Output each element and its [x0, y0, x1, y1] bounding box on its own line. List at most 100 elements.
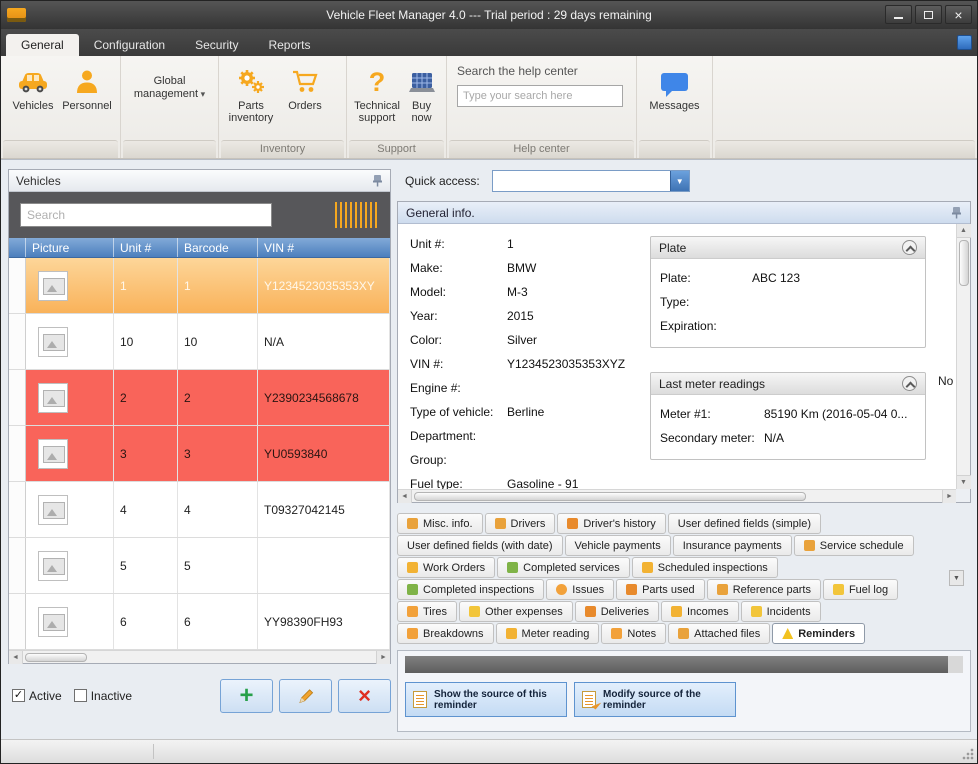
- parts-inventory-button[interactable]: Parts inventory: [224, 61, 278, 124]
- inactive-checkbox[interactable]: [74, 689, 87, 702]
- messages-button[interactable]: Messages: [645, 61, 705, 112]
- search-input[interactable]: [20, 203, 272, 227]
- tab-user-defined-fields-with-date[interactable]: User defined fields (with date): [397, 535, 563, 556]
- tab-parts-used[interactable]: Parts used: [616, 579, 705, 600]
- add-vehicle-button[interactable]: +: [220, 679, 273, 713]
- tab-general[interactable]: General: [6, 34, 79, 56]
- minimize-button[interactable]: [885, 5, 912, 24]
- column-header-vin[interactable]: VIN #: [258, 238, 390, 257]
- tab-meter-reading[interactable]: Meter reading: [496, 623, 600, 644]
- table-row[interactable]: 11Y1234523035353XY: [9, 258, 390, 314]
- table-row[interactable]: 66YY98390FH93: [9, 594, 390, 650]
- scrollbar-thumb[interactable]: [414, 492, 806, 501]
- scroll-right-icon[interactable]: ►: [376, 651, 390, 664]
- table-row[interactable]: 55: [9, 538, 390, 594]
- field-value: 1: [507, 237, 514, 251]
- tab-incomes[interactable]: Incomes: [661, 601, 739, 622]
- row-selector[interactable]: [9, 426, 26, 481]
- row-selector[interactable]: [9, 370, 26, 425]
- scrollbar-thumb[interactable]: [25, 653, 87, 662]
- tab-reminders[interactable]: Reminders: [772, 623, 865, 644]
- tab-drivers[interactable]: Drivers: [485, 513, 556, 534]
- active-checkbox[interactable]: ✓: [12, 689, 25, 702]
- buy-now-button[interactable]: Buy now: [402, 61, 441, 124]
- tab-vehicle-payments[interactable]: Vehicle payments: [565, 535, 671, 556]
- theme-button[interactable]: [957, 35, 972, 50]
- resize-grip[interactable]: [962, 748, 974, 760]
- maximize-icon: [924, 11, 933, 19]
- help-search-input[interactable]: [457, 85, 623, 107]
- scroll-down-icon[interactable]: ▼: [957, 475, 971, 489]
- scroll-up-icon[interactable]: ▲: [957, 224, 971, 238]
- inactive-label: Inactive: [91, 689, 132, 703]
- barcode-icon[interactable]: [335, 202, 379, 228]
- general-info-horizontal-scrollbar[interactable]: ◄ ►: [398, 489, 956, 502]
- tab-completed-inspections[interactable]: Completed inspections: [397, 579, 544, 600]
- tab-attached-files[interactable]: Attached files: [668, 623, 770, 644]
- row-selector[interactable]: [9, 482, 26, 537]
- show-reminder-source-button[interactable]: Show the source of this reminder: [405, 682, 567, 717]
- scroll-left-icon[interactable]: ◄: [9, 651, 23, 664]
- tabs-scroll-down-button[interactable]: ▼: [949, 570, 964, 586]
- general-info-vertical-scrollbar[interactable]: ▲ ▼: [956, 224, 970, 489]
- row-selector[interactable]: [9, 314, 26, 369]
- quick-access-input[interactable]: [493, 171, 670, 191]
- collapse-icon[interactable]: [902, 376, 917, 391]
- tab-scheduled-inspections[interactable]: Scheduled inspections: [632, 557, 778, 578]
- personnel-button[interactable]: Personnel: [60, 61, 114, 112]
- tab-driver-s-history[interactable]: Driver's history: [557, 513, 665, 534]
- row-selector[interactable]: [9, 538, 26, 593]
- vehicles-button[interactable]: Vehicles: [6, 61, 60, 112]
- scroll-left-icon[interactable]: ◄: [398, 490, 412, 503]
- chevron-down-icon[interactable]: ▼: [670, 171, 689, 191]
- column-header-unit[interactable]: Unit #: [114, 238, 178, 257]
- tab-user-defined-fields-simple[interactable]: User defined fields (simple): [668, 513, 821, 534]
- table-row[interactable]: 1010N/A: [9, 314, 390, 370]
- tab-fuel-log[interactable]: Fuel log: [823, 579, 898, 600]
- tab-completed-services[interactable]: Completed services: [497, 557, 630, 578]
- global-management-button[interactable]: Global management: [127, 75, 213, 101]
- tab-tires[interactable]: Tires: [397, 601, 457, 622]
- tab-reports[interactable]: Reports: [253, 34, 325, 56]
- close-button[interactable]: ×: [945, 5, 972, 24]
- collapse-icon[interactable]: [902, 240, 917, 255]
- table-row[interactable]: 33YU0593840: [9, 426, 390, 482]
- vehicles-horizontal-scrollbar[interactable]: ◄ ►: [9, 650, 390, 663]
- tab-misc-info[interactable]: Misc. info.: [397, 513, 483, 534]
- edit-vehicle-button[interactable]: [279, 679, 332, 713]
- tab-insurance-payments[interactable]: Insurance payments: [673, 535, 792, 556]
- vin-cell: Y2390234568678: [258, 370, 390, 425]
- tab-issues[interactable]: Issues: [546, 579, 614, 600]
- tab-incidents[interactable]: Incidents: [741, 601, 821, 622]
- row-selector[interactable]: [9, 258, 26, 313]
- modify-reminder-source-button[interactable]: Modify source of the reminder: [574, 682, 736, 717]
- technical-support-button[interactable]: ? Technical support: [352, 61, 402, 124]
- tab-work-orders[interactable]: Work Orders: [397, 557, 495, 578]
- tab-service-schedule[interactable]: Service schedule: [794, 535, 914, 556]
- scrollbar-thumb[interactable]: [959, 240, 969, 286]
- table-row[interactable]: 22Y2390234568678: [9, 370, 390, 426]
- delete-vehicle-button[interactable]: ×: [338, 679, 391, 713]
- maximize-button[interactable]: [915, 5, 942, 24]
- scroll-right-icon[interactable]: ►: [942, 490, 956, 503]
- table-row[interactable]: 44T09327042145: [9, 482, 390, 538]
- pin-icon[interactable]: [372, 174, 383, 187]
- tab-configuration[interactable]: Configuration: [79, 34, 180, 56]
- tab-other-expenses[interactable]: Other expenses: [459, 601, 573, 622]
- barcode-cell: 5: [178, 538, 258, 593]
- tab-reference-parts[interactable]: Reference parts: [707, 579, 821, 600]
- row-selector[interactable]: [9, 594, 26, 649]
- orders-button[interactable]: Orders: [278, 61, 332, 112]
- column-header-picture[interactable]: Picture: [26, 238, 114, 257]
- tab-notes[interactable]: Notes: [601, 623, 666, 644]
- quick-access-combobox[interactable]: ▼: [492, 170, 690, 192]
- picture-cell: [26, 370, 114, 425]
- tab-label: Completed inspections: [423, 584, 534, 596]
- reference-parts-icon: [717, 584, 728, 595]
- tab-breakdowns[interactable]: Breakdowns: [397, 623, 494, 644]
- column-header-barcode[interactable]: Barcode: [178, 238, 258, 257]
- tab-security[interactable]: Security: [180, 34, 253, 56]
- tab-deliveries[interactable]: Deliveries: [575, 601, 659, 622]
- pin-icon[interactable]: [951, 206, 962, 219]
- field-label: Department:: [410, 429, 507, 443]
